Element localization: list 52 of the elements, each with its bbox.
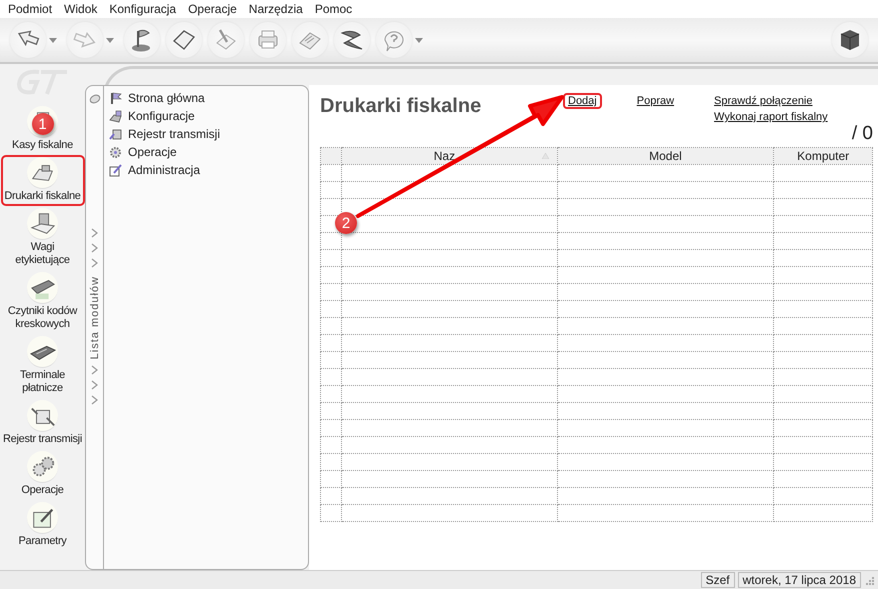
resize-grip-icon[interactable] — [864, 575, 874, 585]
flag-icon — [108, 90, 123, 106]
column-header[interactable]: Naz — [341, 148, 558, 164]
toolbar-button[interactable] — [124, 22, 160, 58]
menu-item[interactable]: Narzędzia — [242, 0, 309, 18]
printer-icon — [108, 108, 123, 124]
toolbar-button[interactable] — [10, 22, 46, 58]
sort-icon — [542, 153, 549, 159]
module-item[interactable]: Rejestr transmisji — [108, 125, 220, 143]
sidebar-item[interactable]: Terminale płatnicze — [0, 334, 84, 398]
sidebar-item[interactable]: Drukarki fiskalne — [0, 155, 84, 206]
toolbar-button[interactable] — [334, 22, 370, 58]
pin-icon[interactable] — [88, 94, 100, 104]
column-header[interactable]: Komputer — [774, 148, 872, 164]
menu-item[interactable]: Widok — [58, 0, 104, 18]
user-field: Szef — [700, 572, 735, 588]
sidebar-item[interactable]: Wagi etykietujące — [0, 206, 84, 270]
record-count: / 0 — [852, 123, 873, 145]
caret-icon[interactable] — [106, 38, 114, 42]
action-link[interactable]: Dodaj — [563, 93, 602, 109]
action-link[interactable]: Sprawdź połączenie — [709, 93, 818, 109]
caret-icon[interactable] — [415, 38, 423, 42]
menu-item[interactable]: Operacje — [182, 0, 243, 18]
panel-title: Lista modułów — [88, 276, 100, 360]
module-item[interactable]: Strona główna — [108, 89, 220, 107]
edit-icon — [108, 162, 123, 178]
caret-icon[interactable] — [49, 38, 57, 42]
column-header[interactable]: Model — [557, 148, 774, 164]
date-field: wtorek, 17 lipca 2018 — [738, 572, 861, 588]
module-item[interactable]: Konfiguracje — [108, 107, 220, 125]
sidebar-item[interactable]: Operacje — [0, 449, 84, 500]
sidebar-item[interactable]: Czytniki kodów kreskowych — [0, 270, 84, 334]
sidebar-item[interactable]: Kasy fiskalne 1 — [0, 104, 84, 155]
chevron-icon[interactable] — [91, 395, 98, 406]
cube-icon — [838, 28, 862, 52]
sidebar-item[interactable]: Parametry — [0, 500, 84, 551]
chevron-icon[interactable] — [91, 365, 98, 376]
module-item[interactable]: Administracja — [108, 161, 220, 179]
transfer-icon — [108, 126, 123, 142]
chevron-icon[interactable] — [91, 380, 98, 390]
module-item[interactable]: Operacje — [108, 143, 220, 161]
action-link[interactable]: Wykonaj raport fiskalny — [709, 109, 833, 125]
action-link[interactable]: Popraw — [632, 93, 680, 109]
gear-icon — [108, 144, 123, 160]
scale-icon — [28, 210, 58, 236]
toolbar-button[interactable] — [166, 22, 202, 58]
page-title: Drukarki fiskalne — [320, 95, 482, 118]
sidebar-item[interactable]: Rejestr transmisji — [0, 398, 84, 449]
menu-item[interactable]: Podmiot — [2, 0, 58, 18]
menu-item[interactable]: Konfiguracja — [103, 0, 182, 18]
menu-item[interactable]: Pomoc — [308, 0, 358, 18]
toolbar-button[interactable] — [832, 22, 868, 58]
